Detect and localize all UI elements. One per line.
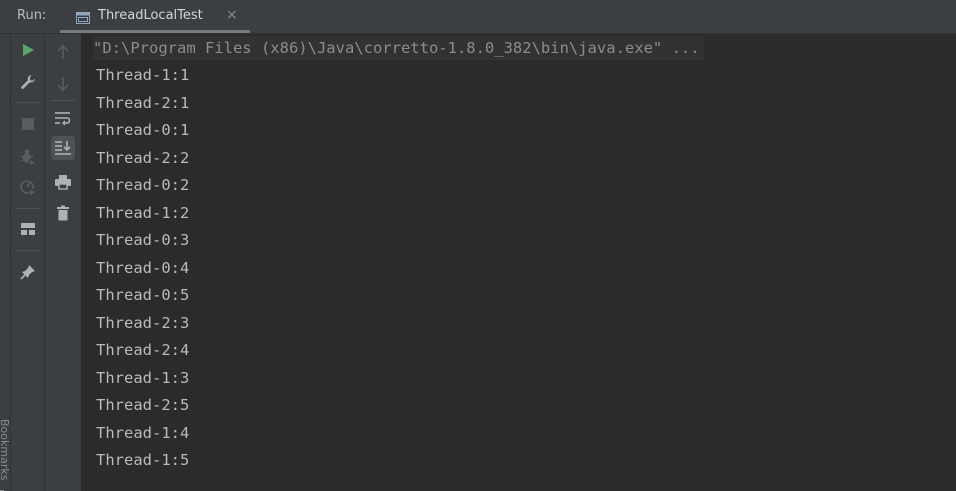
console-output-line: Thread-2:5	[96, 396, 190, 414]
layout-icon	[21, 223, 35, 235]
tab-threadlocaltest[interactable]: ThreadLocalTest ×	[60, 0, 250, 33]
toolbar-separator	[15, 250, 40, 251]
toolbar-separator	[15, 102, 40, 103]
soft-wrap-button[interactable]	[51, 106, 75, 130]
profiler-icon	[20, 180, 36, 195]
debug-button[interactable]	[16, 145, 40, 169]
console-output-line: Thread-1:4	[96, 423, 190, 442]
command-line: "D:\Program Files (x86)\Java\corretto-1.…	[93, 36, 704, 60]
console-output-line: Thread-2:1	[96, 93, 190, 112]
next-occurrence-button[interactable]	[51, 72, 75, 96]
console-output-line: Thread-1:1	[96, 66, 190, 84]
scroll-to-end-icon	[55, 141, 71, 155]
toolbar-separator	[50, 100, 75, 101]
console-output-line: Thread-0:1	[96, 121, 190, 139]
run-tool-window: Run: ThreadLocalTest × Bookmarks "D:\Pro…	[0, 0, 956, 491]
console-output-line: Thread-0:3	[96, 231, 190, 249]
clear-all-button[interactable]	[51, 201, 75, 225]
console-output-line: Thread-1:5	[96, 451, 190, 469]
console-window-icon	[76, 9, 90, 24]
run-toolbar-left	[11, 34, 45, 491]
layout-button[interactable]	[16, 217, 40, 241]
console-output-line: Thread-2:3	[96, 313, 190, 332]
console-output-line: Thread-1:3	[96, 368, 190, 387]
print-button[interactable]	[51, 170, 75, 194]
output-lines: Thread-1:1 Thread-2:1 Thread-0:1 Thread-2:2…	[96, 62, 189, 475]
edit-configuration-button[interactable]	[16, 70, 40, 94]
play-icon	[23, 44, 34, 56]
console-output-line: Thread-0:5	[96, 286, 190, 304]
console-output-line: Thread-2:4	[96, 341, 190, 359]
arrow-down-icon	[57, 77, 69, 92]
run-header-bar: Run: ThreadLocalTest ×	[0, 0, 956, 34]
pin-tab-button[interactable]	[16, 260, 40, 284]
debug-bug-icon	[20, 149, 36, 165]
print-icon	[55, 175, 71, 190]
scroll-to-end-button[interactable]	[51, 136, 75, 160]
run-toolbar-right	[45, 34, 82, 491]
bookmarks-label: Bookmarks	[0, 419, 11, 481]
close-icon[interactable]: ×	[226, 7, 238, 23]
console-output-line: Thread-0:2	[96, 176, 190, 194]
console-output-line: Thread-1:2	[96, 203, 190, 222]
wrench-icon	[21, 75, 35, 89]
run-label: Run:	[17, 8, 47, 23]
console-output[interactable]: "D:\Program Files (x86)\Java\corretto-1.…	[82, 34, 956, 491]
tab-title: ThreadLocalTest	[98, 8, 203, 23]
pin-icon	[20, 265, 35, 280]
trash-icon	[57, 205, 69, 221]
console-output-line: Thread-2:2	[96, 148, 190, 167]
arrow-up-icon	[57, 44, 69, 59]
profiler-button[interactable]	[16, 175, 40, 199]
stop-icon	[22, 118, 34, 130]
toolbar-separator	[15, 208, 40, 209]
bookmarks-strip: Bookmarks	[0, 34, 11, 491]
previous-occurrence-button[interactable]	[51, 40, 75, 64]
console-output-line: Thread-0:4	[96, 258, 190, 277]
soft-wrap-icon	[55, 112, 71, 126]
active-tab-indicator	[60, 30, 250, 33]
rerun-button[interactable]	[16, 38, 40, 62]
stop-button[interactable]	[16, 112, 40, 136]
